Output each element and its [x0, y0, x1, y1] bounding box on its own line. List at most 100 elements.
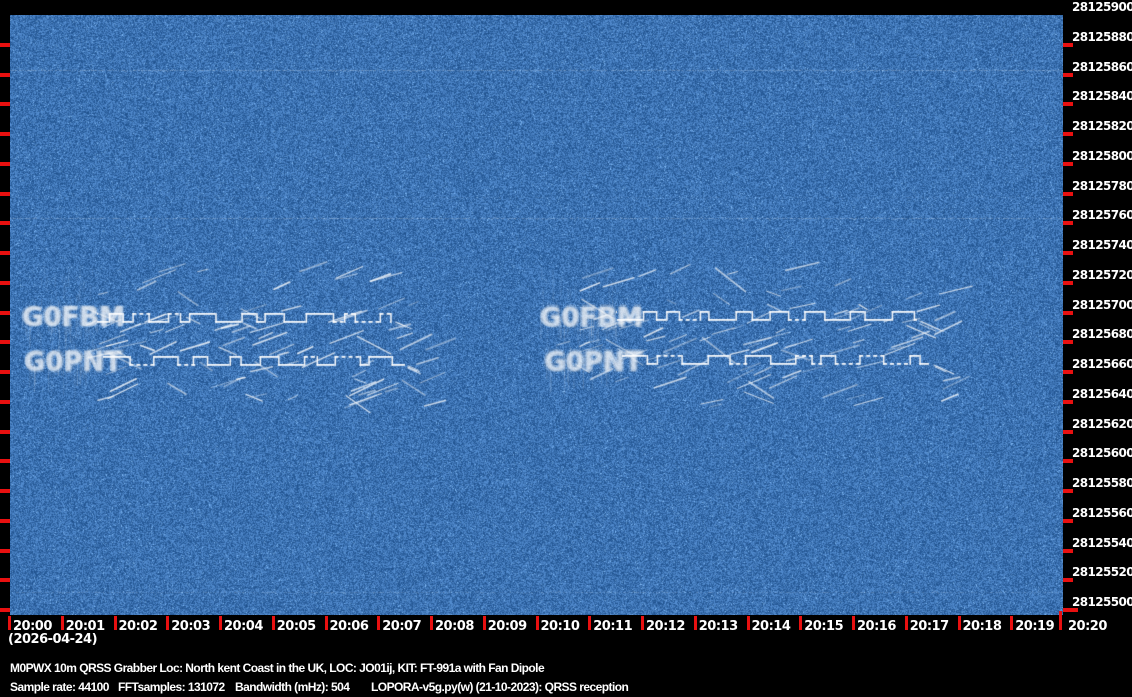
time-label: 20:12 — [646, 619, 685, 634]
freq-tick-right — [1063, 72, 1073, 77]
time-label: 20:13 — [698, 619, 738, 634]
freq-tick-left — [0, 518, 10, 523]
time-label: 20:11 — [593, 619, 633, 634]
freq-tick-left — [0, 280, 10, 285]
time-label: 20:09 — [487, 619, 527, 634]
time-label: 20:04 — [224, 619, 263, 634]
freq-label: 28125620 — [1072, 416, 1132, 431]
time-tick — [271, 616, 275, 630]
freq-label: 28125700 — [1072, 297, 1132, 312]
freq-tick-left — [0, 102, 10, 107]
fft-samples-label: FFTsamples: 131072 — [118, 680, 225, 694]
time-tick — [535, 616, 539, 630]
freq-label: 28125720 — [1072, 267, 1132, 282]
sample-rate-label: Sample rate: 44100 — [10, 680, 109, 694]
freq-label: 28125880 — [1072, 29, 1132, 44]
time-tick — [482, 616, 486, 630]
freq-label: 28125820 — [1072, 119, 1132, 133]
freq-label: 28125680 — [1072, 327, 1132, 342]
freq-label: 28125520 — [1072, 565, 1132, 580]
freq-tick-left — [0, 489, 10, 493]
freq-label: 28125540 — [1072, 535, 1132, 550]
freq-tick-right — [1063, 251, 1073, 255]
freq-tick-right — [1063, 280, 1073, 285]
freq-tick-right — [1063, 518, 1073, 523]
time-tick — [957, 616, 961, 630]
freq-label: 28125580 — [1072, 476, 1132, 490]
freq-label: 28125780 — [1072, 178, 1132, 193]
time-label: 20:16 — [857, 619, 896, 634]
qrss-grabber-window: 28125900 28125880 28125860 28125840 28125820… — [0, 0, 1132, 697]
freq-label: 28125800 — [1072, 148, 1132, 163]
time-tick — [430, 616, 433, 630]
freq-tick-left — [0, 459, 10, 464]
freq-tick-left — [0, 72, 10, 77]
freq-tick-right — [1063, 132, 1073, 136]
time-label: 20:05 — [276, 619, 316, 634]
freq-label: 28125560 — [1072, 505, 1132, 520]
freq-tick-right — [1063, 340, 1073, 345]
time-tick — [799, 616, 803, 630]
freq-tick-right — [1063, 578, 1073, 583]
freq-tick-right — [1063, 548, 1073, 553]
time-tick — [219, 616, 222, 630]
freq-label: 28125500 — [1072, 595, 1132, 609]
freq-tick-left — [0, 578, 10, 583]
time-tick — [693, 616, 697, 630]
time-tick — [8, 616, 11, 630]
freq-tick-left — [0, 608, 10, 612]
freq-tick-left — [0, 251, 10, 255]
time-label: 20:17 — [909, 619, 949, 634]
freq-tick-right — [1063, 489, 1073, 493]
freq-tick-left — [0, 42, 10, 47]
freq-tick-left — [0, 548, 10, 553]
time-tick — [60, 616, 64, 630]
time-label: 20:15 — [804, 619, 844, 634]
freq-tick-right — [1063, 608, 1078, 612]
time-label: 20:18 — [962, 619, 1002, 634]
freq-label: 28125660 — [1072, 357, 1132, 371]
date-label: (2026-04-24) — [8, 632, 98, 647]
freq-label: 28125900 — [1072, 0, 1132, 14]
software-version-label: LOPORA-v5g.py(w) (21-10-2023): QRSS rece… — [371, 680, 629, 694]
time-tick — [113, 616, 117, 630]
time-tick — [377, 616, 381, 630]
freq-tick-right — [1063, 42, 1073, 47]
freq-tick-left — [0, 429, 10, 434]
time-tick — [588, 616, 592, 630]
freq-tick-left — [0, 310, 10, 315]
spectrogram-canvas — [10, 15, 1063, 615]
time-tick — [746, 616, 750, 630]
time-label: 20:02 — [118, 619, 158, 634]
freq-tick-left — [0, 132, 10, 136]
time-tick — [904, 616, 908, 630]
freq-tick-right — [1063, 399, 1073, 404]
time-tick — [1059, 611, 1062, 630]
freq-tick-left — [0, 399, 10, 404]
station-info-line: M0PWX 10m QRSS Grabber Loc: North kent C… — [10, 661, 545, 675]
time-label: 20:08 — [435, 619, 474, 634]
time-tick — [1010, 616, 1014, 630]
time-label: 20:07 — [382, 619, 422, 634]
freq-label: 28125860 — [1072, 59, 1132, 74]
freq-tick-right — [1063, 370, 1073, 374]
freq-label: 28125760 — [1072, 208, 1132, 223]
bandwidth-label: Bandwidth (mHz): 504 — [235, 680, 350, 694]
freq-tick-left — [0, 370, 10, 374]
freq-tick-right — [1063, 102, 1073, 107]
freq-tick-left — [0, 161, 10, 166]
freq-tick-left — [0, 191, 10, 196]
freq-tick-right — [1063, 191, 1073, 196]
freq-tick-right — [1063, 459, 1073, 464]
freq-tick-right — [1063, 310, 1073, 315]
freq-tick-right — [1063, 429, 1073, 434]
freq-tick-right — [1063, 221, 1073, 226]
freq-tick-right — [1063, 161, 1073, 166]
time-label: 20:19 — [1015, 619, 1055, 634]
time-label: 20:10 — [540, 619, 580, 634]
time-label: 20:06 — [329, 619, 369, 634]
freq-label: 28125640 — [1072, 386, 1132, 401]
freq-tick-left — [0, 221, 10, 226]
time-tick — [166, 616, 170, 630]
freq-tick-left — [0, 340, 10, 345]
